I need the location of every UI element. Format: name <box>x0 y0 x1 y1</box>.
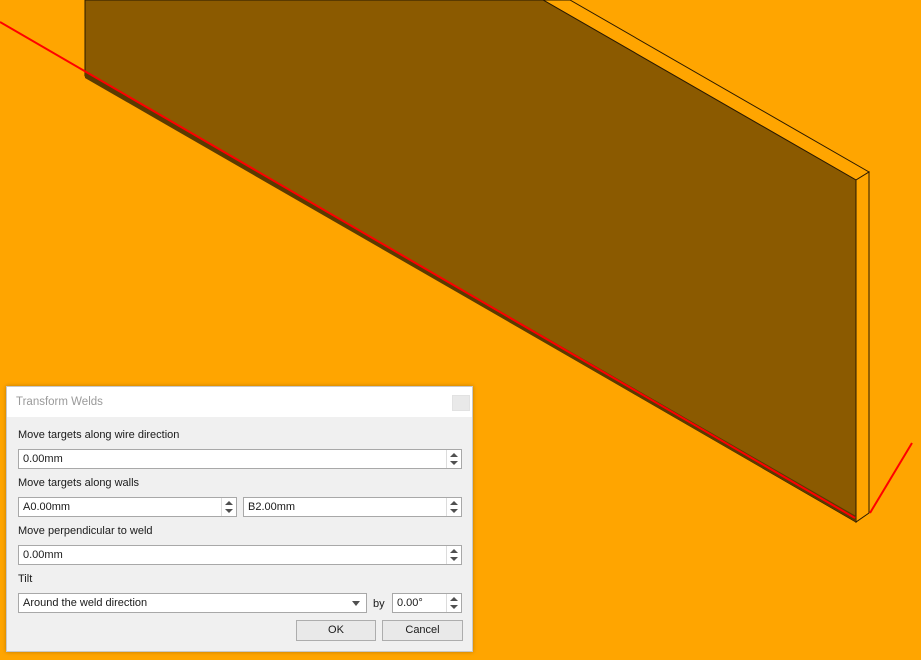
perpendicular-stepper[interactable] <box>446 546 461 564</box>
wire-direction-spinbox[interactable]: 0.00mm <box>18 449 462 469</box>
dialog-title: Transform Welds <box>16 396 103 408</box>
ok-button[interactable]: OK <box>296 620 376 641</box>
wall-b-spinbox[interactable]: B2.00mm <box>243 497 462 517</box>
tilt-mode-select[interactable]: Around the weld direction <box>18 593 367 613</box>
chevron-up-icon[interactable] <box>450 501 458 505</box>
chevron-down-icon[interactable] <box>450 557 458 561</box>
chevron-down-icon[interactable] <box>450 509 458 513</box>
chevron-down-icon[interactable] <box>352 601 360 606</box>
wall-b-stepper[interactable] <box>446 498 461 516</box>
dialog-titlebar[interactable]: Transform Welds <box>7 387 472 417</box>
wire-direction-label: Move targets along wire direction <box>18 429 180 441</box>
wire-direction-stepper[interactable] <box>446 450 461 468</box>
wall-b-value: B2.00mm <box>248 501 296 513</box>
tilt-angle-stepper[interactable] <box>446 594 461 612</box>
perpendicular-label: Move perpendicular to weld <box>18 525 153 537</box>
cancel-button[interactable]: Cancel <box>382 620 463 641</box>
transform-welds-dialog: Transform Welds Move targets along wire … <box>6 386 473 652</box>
tilt-angle-value: 0.00° <box>397 597 423 609</box>
chevron-up-icon[interactable] <box>225 501 233 505</box>
chevron-up-icon[interactable] <box>450 549 458 553</box>
tilt-label: Tilt <box>18 573 33 585</box>
perpendicular-spinbox[interactable]: 0.00mm <box>18 545 462 565</box>
tilt-by-label: by <box>373 598 385 610</box>
close-button[interactable] <box>452 395 470 411</box>
wall-a-value: A0.00mm <box>23 501 71 513</box>
weld-line-tail[interactable] <box>869 442 913 514</box>
wall-a-stepper[interactable] <box>221 498 236 516</box>
plate-side-face <box>855 171 870 523</box>
tilt-mode-value: Around the weld direction <box>23 597 148 609</box>
perpendicular-value: 0.00mm <box>23 549 63 561</box>
walls-label: Move targets along walls <box>18 477 140 489</box>
chevron-down-icon[interactable] <box>450 605 458 609</box>
tilt-angle-spinbox[interactable]: 0.00° <box>392 593 462 613</box>
chevron-down-icon[interactable] <box>450 461 458 465</box>
wall-a-spinbox[interactable]: A0.00mm <box>18 497 237 517</box>
chevron-down-icon[interactable] <box>225 509 233 513</box>
chevron-up-icon[interactable] <box>450 597 458 601</box>
wire-direction-value: 0.00mm <box>23 453 63 465</box>
chevron-up-icon[interactable] <box>450 453 458 457</box>
